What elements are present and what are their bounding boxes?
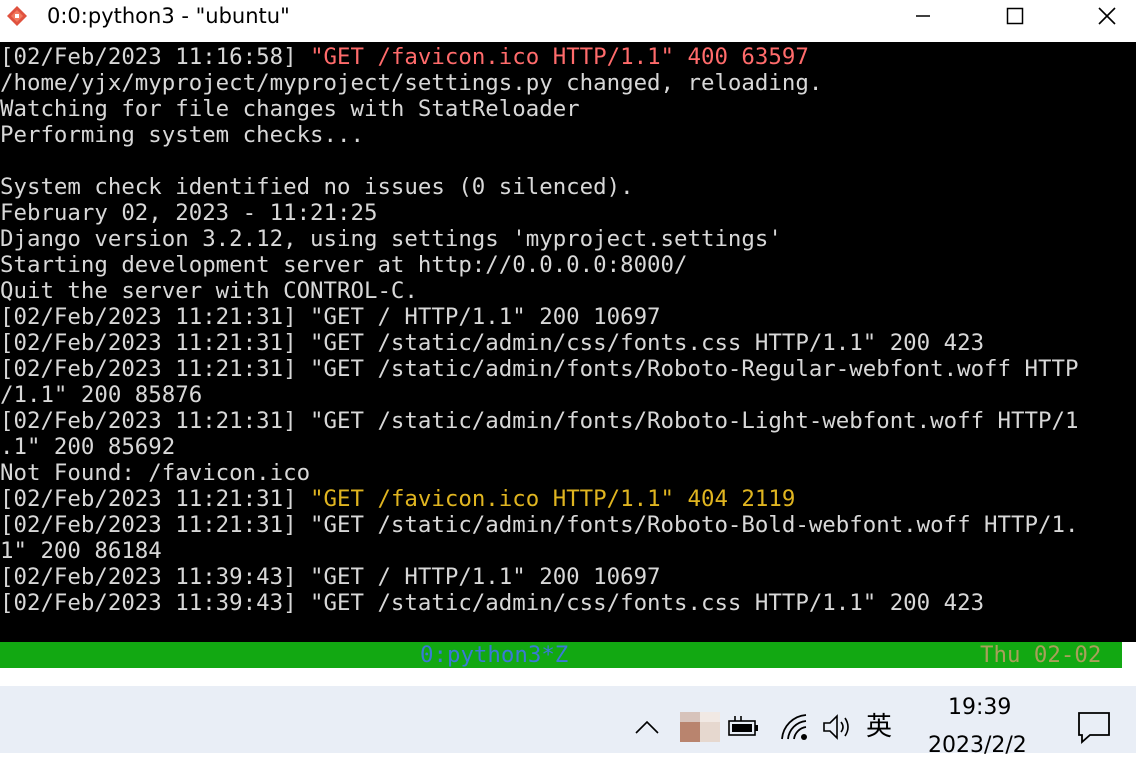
terminal-text: Watching for file changes with StatReloa… [0, 96, 580, 122]
terminal-text: "GET /favicon.ico HTTP/1.1" 404 2119 [310, 486, 796, 512]
terminal-text: [02/Feb/2023 11:21:31] "GET /static/admi… [0, 512, 1079, 538]
clock-time[interactable]: 19:39 [948, 695, 1011, 720]
terminal-line: [02/Feb/2023 11:39:43] "GET /static/admi… [0, 590, 984, 616]
tmux-status-bar: 0:python3*Z Thu 02-02 [0, 642, 1122, 668]
app-tray-icon[interactable] [678, 712, 720, 742]
terminal-text: Django version 3.2.12, using settings 'm… [0, 226, 782, 252]
terminal-line: [02/Feb/2023 11:21:31] "GET /static/admi… [0, 408, 1078, 434]
tmux-window-label[interactable]: 0:python3*Z [420, 642, 568, 668]
terminal-line: /1.1" 200 85876 [0, 382, 202, 408]
terminal-text: "GET /favicon.ico HTTP/1.1" 400 63597 [310, 44, 809, 70]
terminal-line: Performing system checks... [0, 122, 364, 148]
notification-icon [1078, 712, 1110, 744]
scrollbar-gutter [1122, 642, 1136, 668]
maximize-icon [1006, 7, 1024, 25]
terminal-line: [02/Feb/2023 11:16:58] "GET /favicon.ico… [0, 44, 809, 70]
battery-icon[interactable] [727, 712, 761, 742]
wifi-icon[interactable] [777, 710, 811, 744]
terminal-line: Django version 3.2.12, using settings 'm… [0, 226, 782, 252]
terminal-line: [02/Feb/2023 11:21:31] "GET /static/admi… [0, 330, 984, 356]
volume-icon[interactable] [820, 710, 854, 744]
terminal-text: [02/Feb/2023 11:21:31] [0, 486, 311, 512]
close-button[interactable] [1084, 0, 1130, 32]
terminal-line: February 02, 2023 - 11:21:25 [0, 200, 377, 226]
terminal-text: [02/Feb/2023 11:21:31] "GET / HTTP/1.1" … [0, 304, 661, 330]
terminal-line: [02/Feb/2023 11:21:31] "GET /static/admi… [0, 512, 1078, 538]
terminal-line: [02/Feb/2023 11:21:31] "GET / HTTP/1.1" … [0, 304, 661, 330]
terminal-line: [02/Feb/2023 11:21:31] "GET /static/admi… [0, 356, 1078, 382]
terminal-line: [02/Feb/2023 11:39:43] "GET / HTTP/1.1" … [0, 564, 661, 590]
terminal-text: Starting development server at http://0.… [0, 252, 688, 278]
minimize-icon [916, 15, 930, 17]
minimize-button[interactable] [900, 0, 946, 32]
chevron-up-icon [635, 720, 659, 734]
terminal-text: .1" 200 85692 [0, 434, 176, 460]
show-hidden-icons-button[interactable] [632, 712, 662, 742]
terminal-text: Performing system checks... [0, 122, 364, 148]
terminal-output[interactable]: [02/Feb/2023 11:16:58] "GET /favicon.ico… [0, 42, 1136, 642]
terminal-text: [02/Feb/2023 11:16:58] [0, 44, 311, 70]
terminal-text: /1.1" 200 85876 [0, 382, 203, 408]
ime-indicator[interactable]: 英 [866, 706, 892, 743]
tmux-date: Thu 02-02 [980, 642, 1102, 668]
terminal-text: [02/Feb/2023 11:21:31] "GET /static/admi… [0, 408, 1079, 434]
terminal-text: System check identified no issues (0 sil… [0, 174, 634, 200]
notification-button[interactable] [1074, 708, 1114, 746]
terminal-line: 1" 200 86184 [0, 538, 162, 564]
terminal-line: Quit the server with CONTROL-C. [0, 278, 418, 304]
window-title: 0:0:python3 - "ubuntu" [47, 4, 290, 28]
terminal-app-icon [6, 5, 28, 27]
terminal-text: [02/Feb/2023 11:39:43] "GET /static/admi… [0, 590, 985, 616]
terminal-text: February 02, 2023 - 11:21:25 [0, 200, 378, 226]
terminal-line: [02/Feb/2023 11:21:31] "GET /favicon.ico… [0, 486, 795, 512]
terminal-text: [02/Feb/2023 11:39:43] "GET / HTTP/1.1" … [0, 564, 661, 590]
terminal-line: /home/yjx/myproject/myproject/settings.p… [0, 70, 822, 96]
terminal-line: Not Found: /favicon.ico [0, 460, 310, 486]
terminal-text: 1" 200 86184 [0, 538, 162, 564]
title-bar: 0:0:python3 - "ubuntu" [0, 0, 1136, 32]
terminal-text: [02/Feb/2023 11:21:31] "GET /static/admi… [0, 356, 1079, 382]
close-icon [1098, 7, 1116, 25]
maximize-button[interactable] [992, 0, 1038, 32]
terminal-text: /home/yjx/myproject/myproject/settings.p… [0, 70, 823, 96]
terminal-text: Quit the server with CONTROL-C. [0, 278, 418, 304]
terminal-line: Starting development server at http://0.… [0, 252, 688, 278]
clock-date[interactable]: 2023/2/2 [928, 733, 1027, 758]
terminal-text: [02/Feb/2023 11:21:31] "GET /static/admi… [0, 330, 985, 356]
terminal-text: Not Found: /favicon.ico [0, 460, 311, 486]
terminal-line: System check identified no issues (0 sil… [0, 174, 634, 200]
terminal-line: Watching for file changes with StatReloa… [0, 96, 580, 122]
terminal-line: .1" 200 85692 [0, 434, 175, 460]
